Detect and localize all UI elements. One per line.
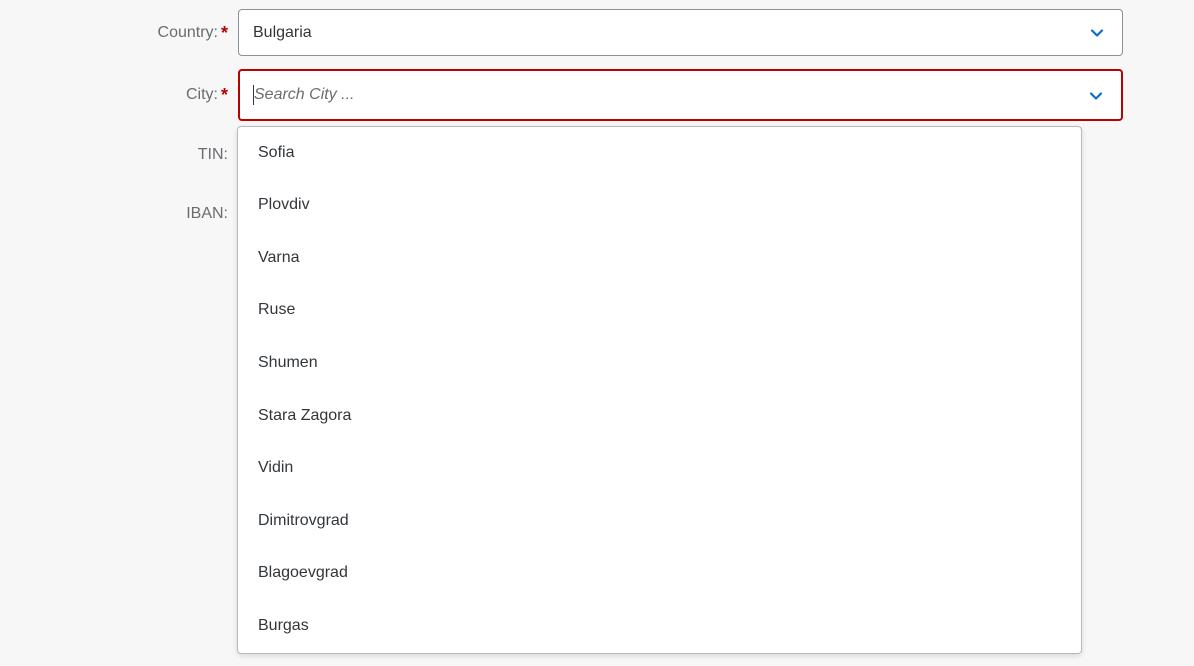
city-option-sofia[interactable]: Sofia xyxy=(238,127,1081,179)
city-option-varna[interactable]: Varna xyxy=(238,232,1081,285)
city-search-input[interactable] xyxy=(252,83,1034,107)
country-select-value: Bulgaria xyxy=(253,24,312,41)
tin-label-text: TIN: xyxy=(197,146,228,163)
city-option-vidin[interactable]: Vidin xyxy=(238,442,1081,495)
country-required-mark: * xyxy=(220,23,228,43)
city-combobox[interactable] xyxy=(238,69,1123,121)
country-select[interactable]: Bulgaria xyxy=(238,9,1123,56)
city-required-mark: * xyxy=(220,85,228,105)
city-label: City: * xyxy=(186,86,228,104)
city-option-blagoevgrad[interactable]: Blagoevgrad xyxy=(238,547,1081,600)
city-option-shumen[interactable]: Shumen xyxy=(238,337,1081,390)
city-option-stara-zagora[interactable]: Stara Zagora xyxy=(238,389,1081,442)
city-option-dimitrovgrad[interactable]: Dimitrovgrad xyxy=(238,495,1081,548)
text-cursor xyxy=(253,85,254,105)
city-label-text: City: xyxy=(185,86,218,103)
country-label-text: Country: xyxy=(157,24,218,41)
city-dropdown-list: Sofia Plovdiv Varna Ruse Shumen Stara Za… xyxy=(237,126,1082,654)
iban-label: IBAN: xyxy=(186,205,228,223)
country-label: Country: * xyxy=(158,24,228,42)
tin-label: TIN: xyxy=(198,146,228,164)
iban-label-text: IBAN: xyxy=(186,205,228,222)
chevron-down-icon[interactable] xyxy=(1085,85,1107,107)
city-option-burgas[interactable]: Burgas xyxy=(238,600,1081,653)
chevron-down-icon[interactable] xyxy=(1086,22,1108,44)
city-option-plovdiv[interactable]: Plovdiv xyxy=(238,179,1081,232)
city-option-ruse[interactable]: Ruse xyxy=(238,284,1081,337)
